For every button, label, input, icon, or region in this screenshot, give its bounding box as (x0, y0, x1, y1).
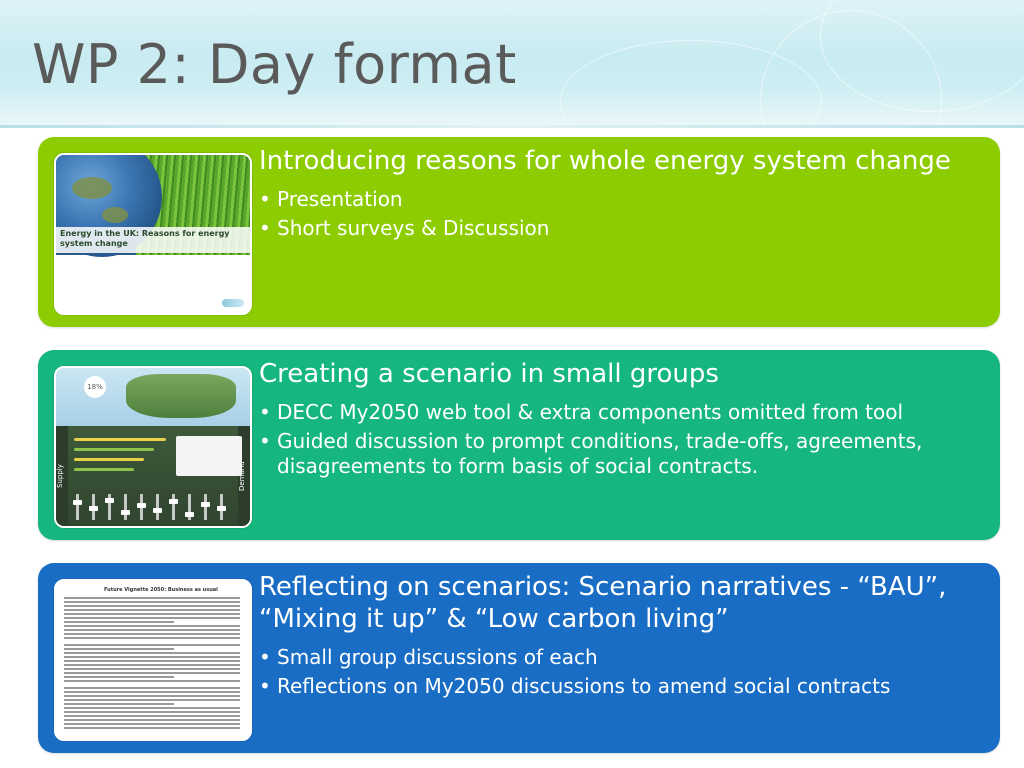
text-line (64, 617, 240, 619)
bullet-list: • DECC My2050 web tool & extra components… (259, 400, 994, 479)
supply-bar (74, 458, 144, 461)
bullet-item: • Reflections on My2050 discussions to am… (259, 674, 994, 699)
text-line (64, 637, 240, 639)
bullet-icon: • (259, 429, 271, 453)
panel-creating-scenario: 18% Supply Demand Creating a scenario in… (38, 350, 1000, 540)
panel-content: Creating a scenario in small groups • DEC… (259, 358, 994, 483)
text-line (64, 707, 240, 709)
lever-sliders (73, 494, 244, 520)
bullet-icon: • (259, 187, 271, 211)
percentage-badge: 18% (84, 376, 106, 398)
bullet-text: Guided discussion to prompt conditions, … (277, 429, 923, 478)
text-line (64, 703, 174, 705)
thumbnail-caption: Energy in the UK: Reasons for energy sys… (60, 229, 230, 248)
document-page-image: Future Vignette 2050: Business as usual (64, 587, 242, 733)
panel-introducing-reasons: Energy in the UK: Reasons for energy sys… (38, 137, 1000, 327)
supply-label: Supply (56, 426, 68, 526)
text-line (64, 660, 240, 662)
bullet-icon: • (259, 400, 271, 424)
text-line (64, 664, 240, 666)
thumbnail-energy-presentation: Energy in the UK: Reasons for energy sys… (54, 153, 252, 315)
text-line (64, 680, 240, 682)
text-line (64, 648, 174, 650)
bullet-list: • Presentation • Short surveys & Discussio… (259, 187, 994, 241)
panel-reflecting-scenarios: Future Vignette 2050: Business as usual … (38, 563, 1000, 753)
bullet-item: • Short surveys & Discussion (259, 216, 994, 241)
text-line (64, 613, 240, 615)
text-line (64, 625, 240, 627)
panel-heading: Creating a scenario in small groups (259, 359, 719, 389)
bullet-item: • Small group discussions of each (259, 645, 994, 670)
document-title: Future Vignette 2050: Business as usual (104, 587, 218, 593)
logo-icon (222, 299, 244, 307)
text-line (64, 601, 240, 603)
text-line (64, 629, 240, 631)
bullet-text: Reflections on My2050 discussions to ame… (277, 674, 891, 698)
text-line (64, 668, 240, 670)
text-line (64, 727, 240, 729)
bullet-text: Presentation (277, 187, 403, 211)
text-line (64, 652, 240, 654)
text-line (64, 621, 174, 623)
text-line (64, 711, 240, 713)
text-line (64, 715, 240, 717)
bullet-text: DECC My2050 web tool & extra components … (277, 400, 904, 424)
bullet-icon: • (259, 216, 271, 240)
header-band: WP 2: Day format (0, 0, 1024, 125)
text-line (64, 687, 240, 689)
bullet-list: • Small group discussions of each • Reflec… (259, 645, 994, 699)
tool-landscape-image: 18% (56, 368, 250, 426)
bullet-item: • Guided discussion to prompt conditions,… (259, 429, 994, 479)
panel-heading: Reflecting on scenarios: Scenario narrat… (259, 572, 947, 634)
page-title: WP 2: Day format (32, 33, 517, 96)
panel-content: Reflecting on scenarios: Scenario narrat… (259, 571, 994, 703)
demand-bar (74, 448, 154, 451)
text-line (64, 695, 240, 697)
text-line (64, 719, 240, 721)
text-line (64, 723, 240, 725)
results-box (176, 436, 242, 476)
panel-heading: Introducing reasons for whole energy sys… (259, 146, 951, 176)
text-line (64, 699, 240, 701)
bullet-item: • DECC My2050 web tool & extra components… (259, 400, 994, 425)
text-line (64, 609, 240, 611)
text-line (64, 597, 240, 599)
town-illustration (126, 374, 236, 418)
bullet-icon: • (259, 645, 271, 669)
text-line (64, 691, 240, 693)
panel-content: Introducing reasons for whole energy sys… (259, 145, 994, 245)
text-line (64, 676, 174, 678)
thumbnail-vignette-document: Future Vignette 2050: Business as usual (54, 579, 252, 741)
supply-bar (74, 438, 166, 441)
tool-control-panel: Supply Demand (56, 426, 250, 526)
header-divider (0, 125, 1024, 128)
bullet-icon: • (259, 674, 271, 698)
text-line (64, 605, 240, 607)
bullet-item: • Presentation (259, 187, 994, 212)
text-line (64, 644, 240, 646)
bullet-text: Short surveys & Discussion (277, 216, 550, 240)
text-line (64, 656, 240, 658)
text-line (64, 672, 240, 674)
bullet-text: Small group discussions of each (277, 645, 598, 669)
thumbnail-my2050-tool: 18% Supply Demand (54, 366, 252, 528)
demand-bar (74, 468, 134, 471)
text-line (64, 633, 240, 635)
